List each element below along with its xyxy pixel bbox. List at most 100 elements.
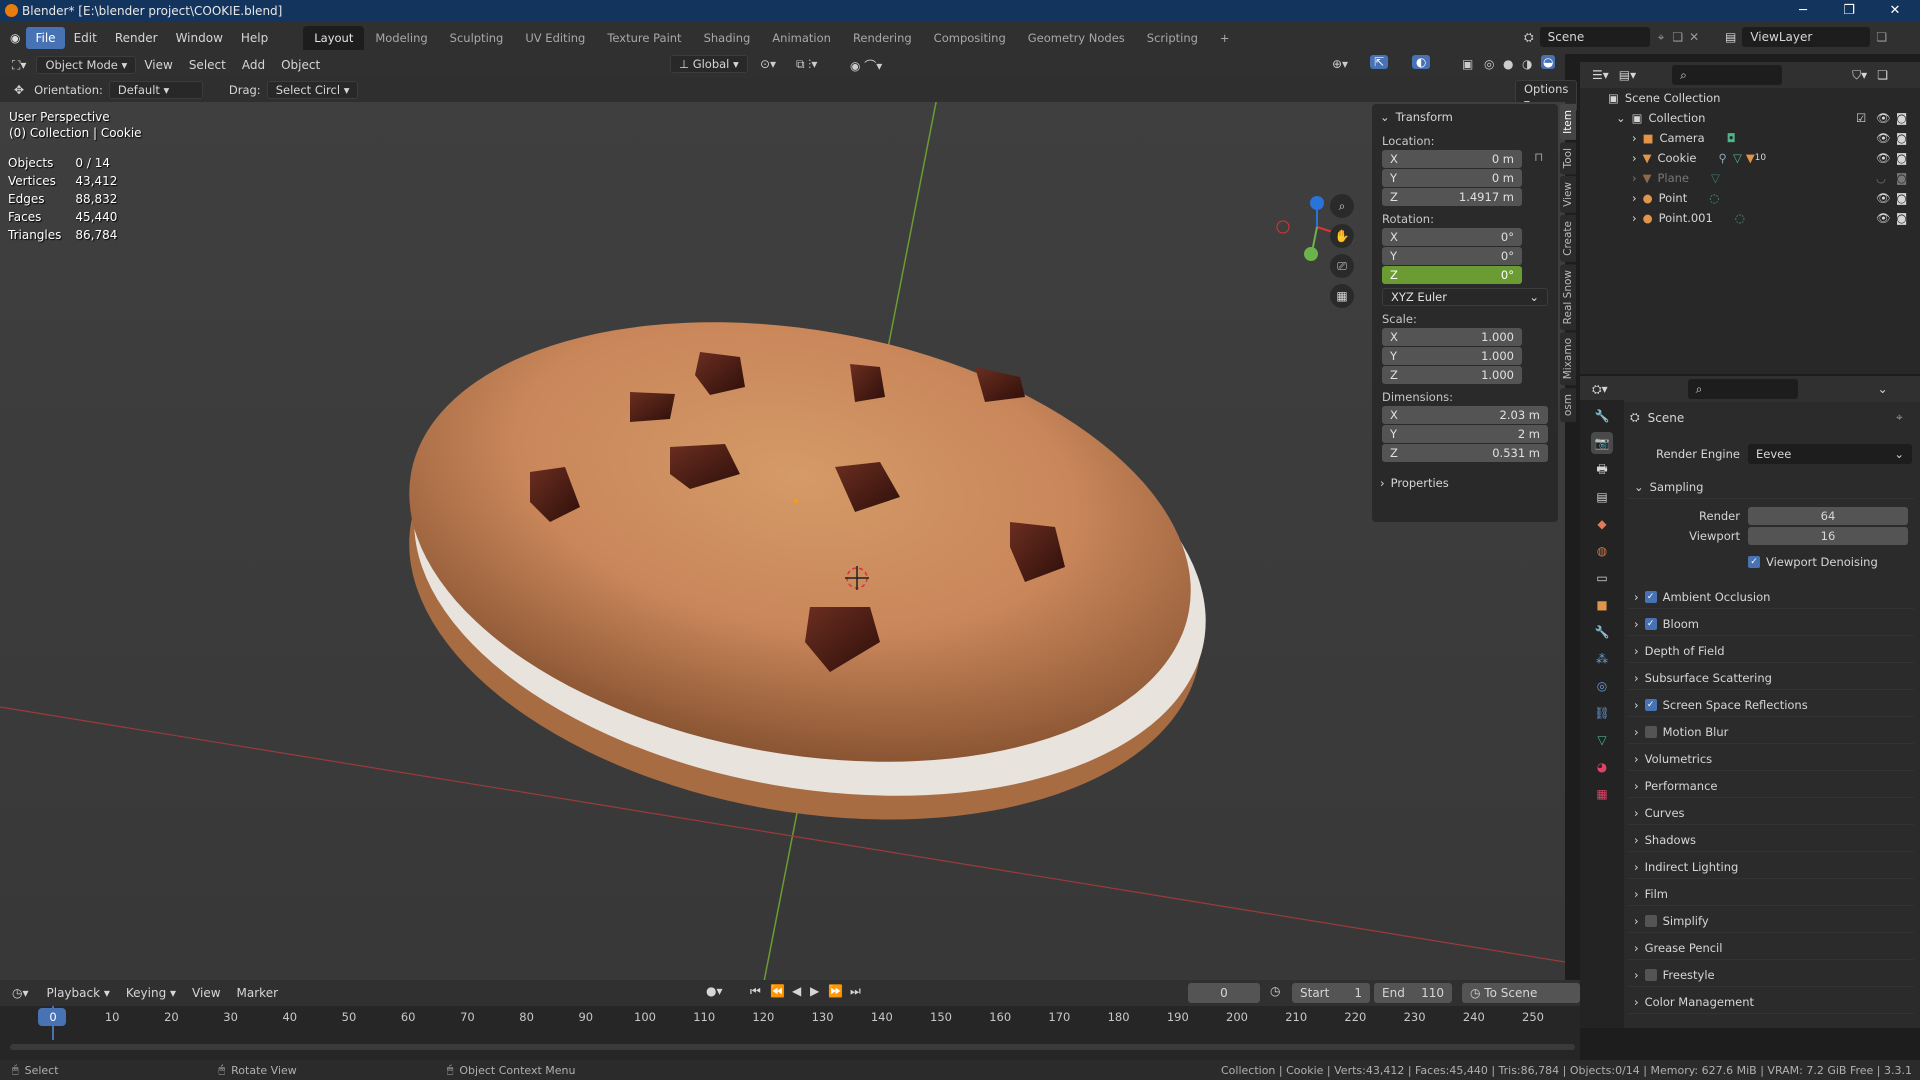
- eye-hidden-icon[interactable]: ◡: [1876, 171, 1886, 185]
- camera-render-icon[interactable]: ◙: [1896, 211, 1907, 225]
- new-viewlayer-icon[interactable]: ❏: [1876, 30, 1887, 44]
- stopwatch-icon[interactable]: ◷: [1270, 984, 1280, 998]
- section-indirect-lighting[interactable]: › Indirect Lighting: [1628, 855, 1914, 879]
- prev-key-icon[interactable]: ⏪: [770, 984, 785, 998]
- menu-help[interactable]: Help: [232, 27, 277, 49]
- section-ambient-occlusion[interactable]: › ✓ Ambient Occlusion: [1628, 585, 1914, 609]
- section-checkbox[interactable]: ✓: [1644, 617, 1657, 630]
- location-z-field[interactable]: Z 1.4917 m: [1382, 188, 1522, 206]
- tool-tab-icon[interactable]: 🔧: [1591, 405, 1613, 427]
- scale-y-field[interactable]: Y 1.000: [1382, 347, 1522, 365]
- tab-real-snow[interactable]: Real Snow: [1560, 264, 1576, 331]
- scene-field[interactable]: Scene: [1539, 27, 1650, 47]
- tab-layout[interactable]: Layout: [303, 26, 365, 50]
- jump-end-icon[interactable]: ⏭: [850, 984, 861, 999]
- dimensions-x-field[interactable]: X 2.03 m: [1382, 406, 1548, 424]
- eye-icon[interactable]: 👁: [1876, 191, 1891, 205]
- tab-animation[interactable]: Animation: [761, 26, 842, 50]
- proportional-edit-icon[interactable]: ◉ ⌒▾: [850, 57, 882, 74]
- eye-icon[interactable]: 👁: [1876, 151, 1891, 165]
- menu-edit[interactable]: Edit: [65, 27, 106, 49]
- rotation-mode-dropdown[interactable]: XYZ Euler ⌄: [1382, 288, 1548, 306]
- tab-mixamo[interactable]: Mixamo: [1560, 332, 1576, 386]
- filter-icon[interactable]: ⛉▾: [1852, 68, 1867, 83]
- data-tab-icon[interactable]: ▽: [1591, 729, 1613, 751]
- section-depth-of-field[interactable]: › Depth of Field: [1628, 639, 1914, 663]
- shading-solid-icon[interactable]: ●: [1503, 57, 1513, 71]
- output-tab-icon[interactable]: 🖶: [1591, 459, 1613, 481]
- outliner-item-point[interactable]: › ● Point ◌ 👁 ◙: [1580, 188, 1920, 208]
- outliner-scene-collection[interactable]: ▣ Scene Collection: [1580, 88, 1920, 108]
- tab-tool[interactable]: Tool: [1560, 141, 1576, 175]
- minimize-icon[interactable]: ─: [1780, 0, 1826, 22]
- scale-z-field[interactable]: Z 1.000: [1382, 366, 1522, 384]
- overlay-toggle-icon[interactable]: ◐: [1412, 55, 1431, 69]
- object-mode-dropdown[interactable]: Object Mode ▾: [36, 56, 137, 74]
- jump-start-icon[interactable]: ⏮: [750, 984, 761, 999]
- section-simplify[interactable]: › Simplify: [1628, 909, 1914, 933]
- pin-icon[interactable]: ⌖: [1658, 30, 1665, 45]
- transform-header[interactable]: ⌄ Transform: [1380, 110, 1558, 124]
- tab-compositing[interactable]: Compositing: [923, 26, 1017, 50]
- section-checkbox[interactable]: [1644, 914, 1657, 927]
- zoom-icon[interactable]: ⌕: [1330, 194, 1354, 218]
- scale-x-field[interactable]: X 1.000: [1382, 328, 1522, 346]
- add-workspace-icon[interactable]: +: [1209, 26, 1241, 50]
- viewlayer-field[interactable]: ViewLayer: [1742, 27, 1871, 47]
- camera-render-icon[interactable]: ◙: [1896, 171, 1907, 185]
- tab-shading[interactable]: Shading: [693, 26, 762, 50]
- eye-icon[interactable]: 👁: [1876, 131, 1891, 145]
- modifier-tab-icon[interactable]: 🔧: [1591, 621, 1613, 643]
- ortho-grid-icon[interactable]: ▦: [1330, 284, 1354, 308]
- section-checkbox[interactable]: ✓: [1644, 698, 1657, 711]
- world-tab-icon[interactable]: ◍: [1591, 540, 1613, 562]
- timeline-scrollbar[interactable]: [10, 1044, 1575, 1050]
- collection-tab-icon[interactable]: ▭: [1591, 567, 1613, 589]
- menu-keying[interactable]: Keying ▾: [118, 983, 184, 1003]
- tab-geometry-nodes[interactable]: Geometry Nodes: [1017, 26, 1136, 50]
- section-performance[interactable]: › Performance: [1628, 774, 1914, 798]
- scene-range-button[interactable]: ◷ To Scene Range: [1462, 983, 1580, 1020]
- rotation-y-field[interactable]: Y 0°: [1382, 247, 1522, 265]
- play-icon[interactable]: ▶: [810, 984, 819, 998]
- editor-type-icon[interactable]: ◷▾: [12, 986, 29, 1000]
- section-motion-blur[interactable]: › Motion Blur: [1628, 720, 1914, 744]
- menu-playback[interactable]: Playback ▾: [39, 983, 118, 1003]
- xray-icon[interactable]: ▣: [1462, 57, 1473, 71]
- denoise-checkbox[interactable]: ✓: [1748, 556, 1760, 568]
- section-screen-space-reflections[interactable]: › ✓ Screen Space Reflections: [1628, 693, 1914, 717]
- pan-hand-icon[interactable]: ✋: [1330, 224, 1354, 248]
- viewport-samples-field[interactable]: 16: [1748, 527, 1908, 545]
- tab-create[interactable]: Create: [1560, 215, 1576, 263]
- camera-render-icon[interactable]: ◙: [1896, 111, 1907, 125]
- restore-icon[interactable]: ❐: [1826, 0, 1872, 22]
- move-tool-icon[interactable]: ✥: [14, 83, 24, 97]
- tab-item[interactable]: Item: [1560, 104, 1576, 140]
- properties-search-input[interactable]: ⌕: [1687, 379, 1798, 399]
- section-freestyle[interactable]: › Freestyle: [1628, 963, 1914, 987]
- menu-add[interactable]: Add: [234, 55, 273, 75]
- menu-select[interactable]: Select: [181, 55, 234, 75]
- tab-osm[interactable]: osm: [1560, 387, 1576, 422]
- camera-view-icon[interactable]: ⎚: [1330, 254, 1354, 278]
- section-volumetrics[interactable]: › Volumetrics: [1628, 747, 1914, 771]
- render-samples-field[interactable]: 64: [1748, 507, 1908, 525]
- editor-type-icon[interactable]: ☰▾: [1592, 68, 1609, 82]
- end-frame-field[interactable]: End 110: [1374, 983, 1452, 1003]
- visibility-icon[interactable]: ⊕▾: [1332, 57, 1348, 71]
- delete-scene-icon[interactable]: ✕: [1689, 30, 1699, 44]
- outliner-item-point-001[interactable]: › ● Point.001 ◌ 👁 ◙: [1580, 208, 1920, 228]
- next-key-icon[interactable]: ⏩: [828, 984, 843, 998]
- menu-render[interactable]: Render: [106, 27, 167, 49]
- editor-type-icon[interactable]: ⛭▾: [1592, 382, 1608, 397]
- menu-object[interactable]: Object: [273, 55, 328, 75]
- timeline-area[interactable]: 0 10 20 30 40 50 60 70 80 90 100 110 120 130 140 150 160…: [0, 1006, 1580, 1060]
- section-film[interactable]: › Film: [1628, 882, 1914, 906]
- menu-window[interactable]: Window: [167, 27, 232, 49]
- viewport-denoising-row[interactable]: ✓ Viewport Denoising: [1748, 555, 1878, 569]
- outliner-search-input[interactable]: ⌕: [1672, 65, 1783, 85]
- outliner-item-cookie[interactable]: › ▼ Cookie ⚲ ▽ ▼ 10 👁 ◙: [1580, 148, 1920, 168]
- snap-icon[interactable]: ⧉ ⫶▾: [796, 57, 817, 72]
- outliner-item-plane[interactable]: › ▼ Plane ▽ ◡ ◙: [1580, 168, 1920, 188]
- location-x-field[interactable]: X 0 m: [1382, 150, 1522, 168]
